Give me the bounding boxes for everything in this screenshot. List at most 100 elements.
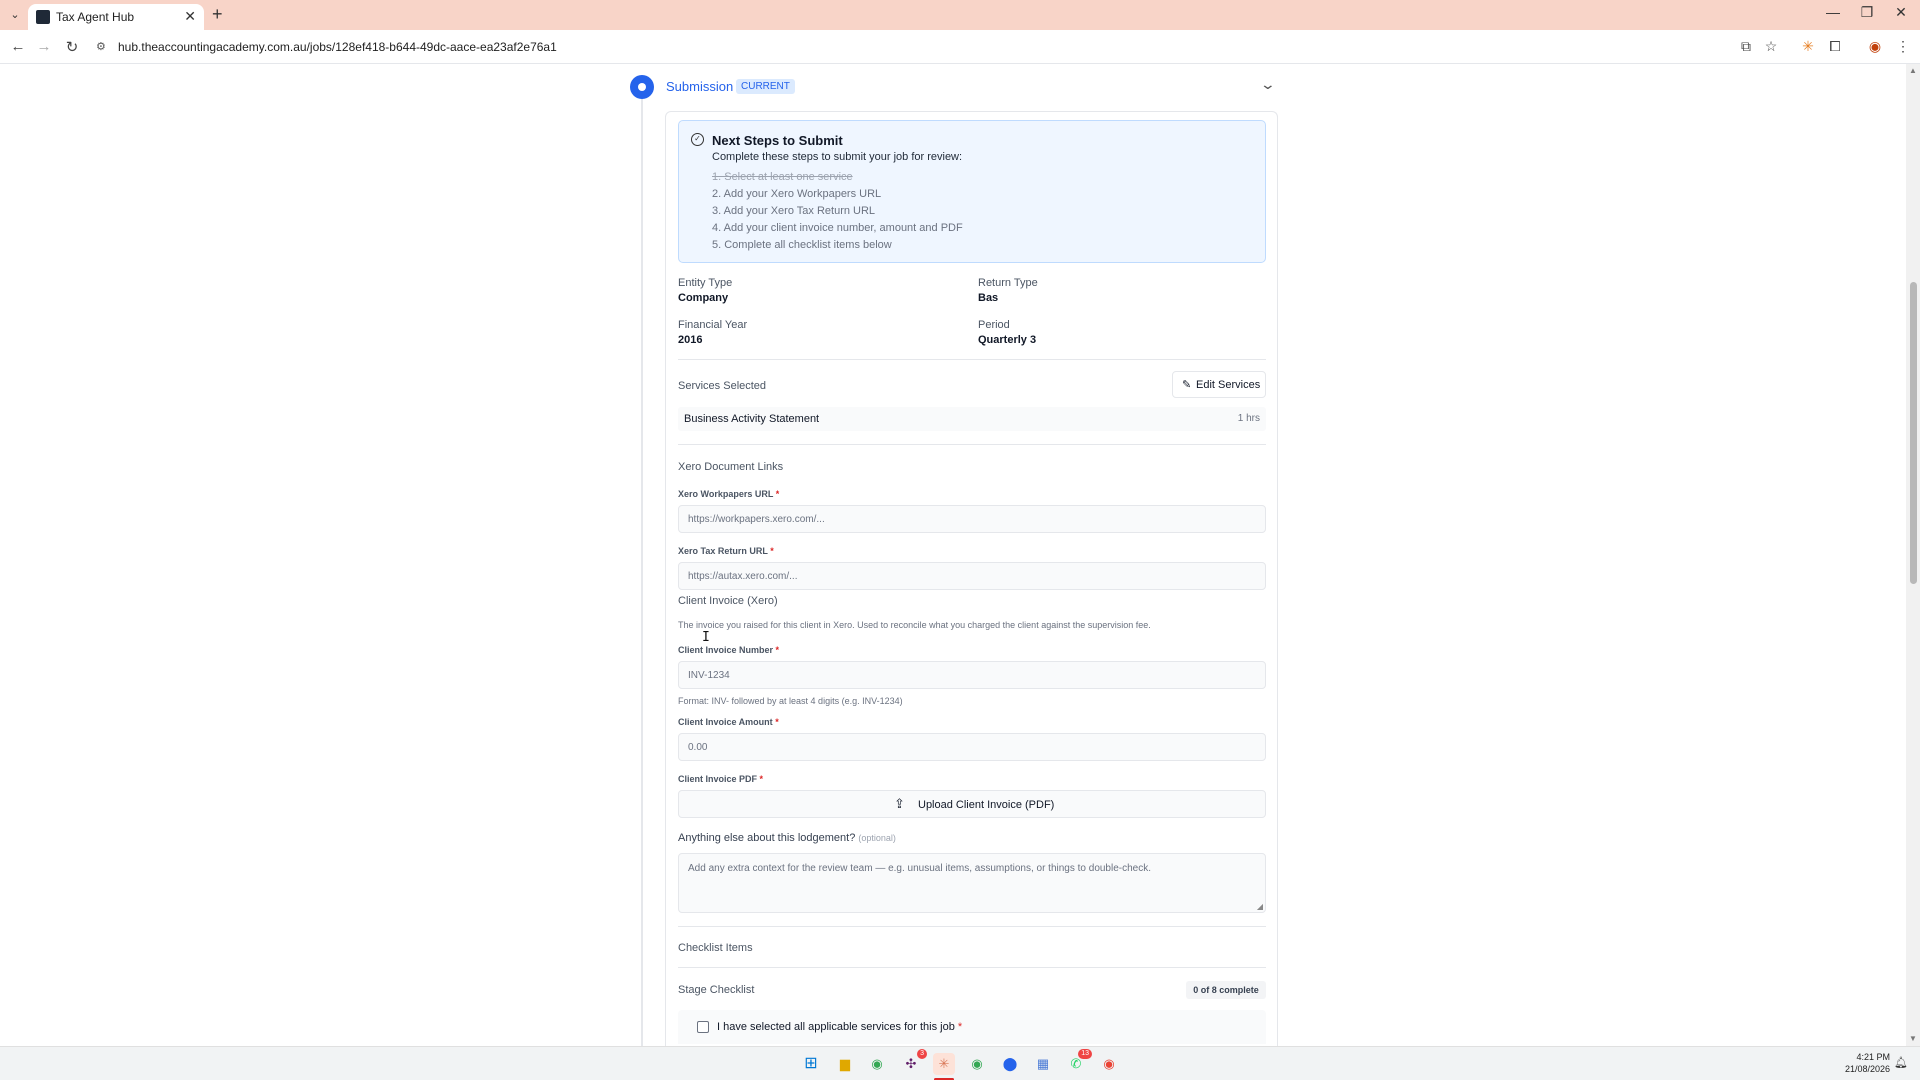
xero-links-label: Xero Document Links (678, 461, 784, 473)
profile-avatar-icon[interactable]: ◉ (1865, 38, 1885, 55)
workpapers-url-label: Xero Workpapers URL * (678, 489, 780, 499)
invoice-pdf-label: Client Invoice PDF * (678, 774, 764, 784)
url-field[interactable]: hub.theaccountingacademy.com.au/jobs/128… (118, 40, 557, 54)
notes-label: Anything else about this lodgement? (opti… (678, 832, 896, 844)
workpapers-url-input[interactable]: https://workpapers.xero.com/... (678, 505, 1266, 533)
tab-title: Tax Agent Hub (56, 10, 135, 24)
stage-checklist-label: Stage Checklist (678, 984, 755, 996)
checklist-items-label: Checklist Items (678, 942, 753, 954)
extensions-puzzle-icon[interactable]: ⧠ (1825, 38, 1845, 55)
notification-bell-icon[interactable]: 🔔︎ (1894, 1056, 1908, 1069)
checklist-count-badge: 0 of 8 complete (1186, 981, 1266, 999)
upload-invoice-button[interactable]: ⇪ Upload Client Invoice (PDF) (678, 790, 1266, 818)
window-close-icon[interactable]: ✕ (1886, 4, 1916, 21)
tax-return-url-input[interactable]: https://autax.xero.com/... (678, 562, 1266, 590)
financial-year-value: 2016 (678, 334, 703, 346)
remote-desktop-icon[interactable]: ▦ (1032, 1053, 1054, 1075)
tab-close-icon[interactable]: ✕ (184, 8, 196, 25)
step-title[interactable]: Submission (666, 79, 733, 94)
current-badge: CURRENT (736, 79, 795, 94)
next-step-item: 3. Add your Xero Tax Return URL (712, 205, 876, 217)
next-step-item: 5. Complete all checklist items below (712, 239, 892, 251)
invoice-number-input[interactable]: INV-1234 (678, 661, 1266, 689)
invoice-amount-label: Client Invoice Amount * (678, 717, 779, 727)
scrollbar-thumb[interactable] (1910, 282, 1917, 584)
claude-app-icon[interactable]: ✳ (933, 1053, 955, 1075)
new-tab-plus-icon[interactable]: + (212, 4, 223, 25)
next-steps-intro: Complete these steps to submit your job … (712, 151, 963, 163)
period-label: Period (978, 319, 1010, 331)
bookmark-star-icon[interactable]: ☆ (1761, 38, 1781, 55)
text-cursor-icon: I (702, 630, 710, 645)
service-row: Business Activity Statement 1 hrs (678, 407, 1266, 431)
scroll-down-icon[interactable]: ▼ (1909, 1034, 1917, 1043)
invoice-number-label: Client Invoice Number * (678, 645, 780, 655)
slack-badge: 3 (917, 1049, 927, 1059)
checklist-item[interactable]: I have selected all applicable services … (678, 1010, 1266, 1044)
checklist-item-label: I have selected all applicable services … (717, 1021, 963, 1033)
chrome-active-icon[interactable]: ◉ (1098, 1053, 1120, 1075)
invoice-number-help: Format: INV- followed by at least 4 digi… (678, 696, 903, 706)
whatsapp-badge: 13 (1078, 1049, 1092, 1059)
service-hours: 1 hrs (1237, 413, 1260, 424)
financial-year-label: Financial Year (678, 319, 748, 331)
collapse-chevron-icon[interactable]: ⌄ (1260, 76, 1276, 93)
return-type-value: Bas (978, 292, 999, 304)
upload-icon: ⇪ (894, 796, 905, 811)
next-step-item: 2. Add your Xero Workpapers URL (712, 188, 882, 200)
pencil-icon: ✎ (1182, 379, 1192, 391)
scroll-up-icon[interactable]: ▲ (1909, 66, 1917, 75)
next-steps-box: ✓ Next Steps to Submit Complete these st… (678, 120, 1266, 263)
minimize-icon[interactable]: — (1818, 4, 1848, 20)
clock[interactable]: 4:21 PM 21/08/2026 (1830, 1051, 1890, 1075)
edit-services-label: Edit Services (1196, 379, 1261, 391)
client-invoice-description: The invoice you raised for this client i… (678, 620, 1151, 630)
browser-tab[interactable]: Tax Agent Hub ✕ (28, 4, 204, 30)
tax-return-url-label: Xero Tax Return URL * (678, 546, 774, 556)
page-content: Submission CURRENT ⌄ ✓ Next Steps to Sub… (0, 64, 1906, 1046)
tab-list-chevron-icon[interactable]: ⌄ (6, 6, 24, 24)
site-info-icon[interactable]: ⚙ (96, 40, 110, 54)
return-type-label: Return Type (978, 277, 1038, 289)
back-arrow-icon[interactable]: ← (8, 38, 28, 55)
service-name: Business Activity Statement (684, 413, 820, 425)
forward-arrow-icon[interactable]: → (34, 38, 54, 55)
install-app-icon[interactable]: ⧉ (1736, 38, 1756, 55)
divider (678, 926, 1266, 927)
current-step-indicator (630, 75, 654, 99)
next-step-item: 4. Add your client invoice number, amoun… (712, 222, 963, 234)
browser-menu-icon[interactable]: ⋮ (1893, 38, 1913, 55)
address-bar: ← → ↻ ⚙ hub.theaccountingacademy.com.au/… (0, 30, 1920, 64)
taskbar: ⊞ ▆ ◉ ✣ 3 ✳ ◉ ⬤ ▦ ✆ 13 ◉ 4:21 PM 21/08/2026… (0, 1046, 1920, 1080)
notes-placeholder: Add any extra context for the review tea… (688, 863, 1152, 874)
checklist-checkbox[interactable] (697, 1021, 709, 1033)
chrome-profile-icon[interactable]: ◉ (966, 1053, 988, 1075)
divider (678, 444, 1266, 445)
period-value: Quarterly 3 (978, 334, 1037, 346)
next-step-item: 1. Select at least one service (712, 171, 853, 183)
edit-services-button[interactable]: ✎ Edit Services (1172, 371, 1266, 398)
extension-claude-icon[interactable]: ✳ (1798, 38, 1818, 55)
divider (678, 359, 1266, 360)
check-circle-icon: ✓ (691, 133, 704, 146)
client-invoice-label: Client Invoice (Xero) (678, 595, 778, 607)
whatsapp-icon[interactable]: ✆ 13 (1065, 1049, 1092, 1075)
reload-icon[interactable]: ↻ (62, 38, 82, 56)
invoice-amount-input[interactable]: 0.00 (678, 733, 1266, 761)
chrome-icon[interactable]: ◉ (866, 1053, 888, 1075)
slack-icon[interactable]: ✣ 3 (900, 1049, 927, 1075)
tab-favicon-icon (36, 10, 50, 24)
entity-type-value: Company (678, 292, 729, 304)
divider (678, 967, 1266, 968)
timeline-line (641, 94, 643, 1046)
browser-tab-bar: ⌄ Tax Agent Hub ✕ + — ❐ ✕ (0, 0, 1920, 30)
entity-type-label: Entity Type (678, 277, 733, 289)
zoom-icon[interactable]: ⬤ (999, 1053, 1021, 1075)
restore-icon[interactable]: ❐ (1852, 4, 1882, 21)
resize-grip-icon[interactable]: ◢ (1257, 902, 1263, 911)
file-explorer-icon[interactable]: ▆ (834, 1053, 856, 1075)
windows-start-icon[interactable]: ⊞ (800, 1053, 822, 1075)
services-selected-label: Services Selected (678, 380, 767, 392)
upload-invoice-label: Upload Client Invoice (PDF) (918, 799, 1055, 811)
notes-textarea[interactable]: Add any extra context for the review tea… (678, 853, 1266, 913)
